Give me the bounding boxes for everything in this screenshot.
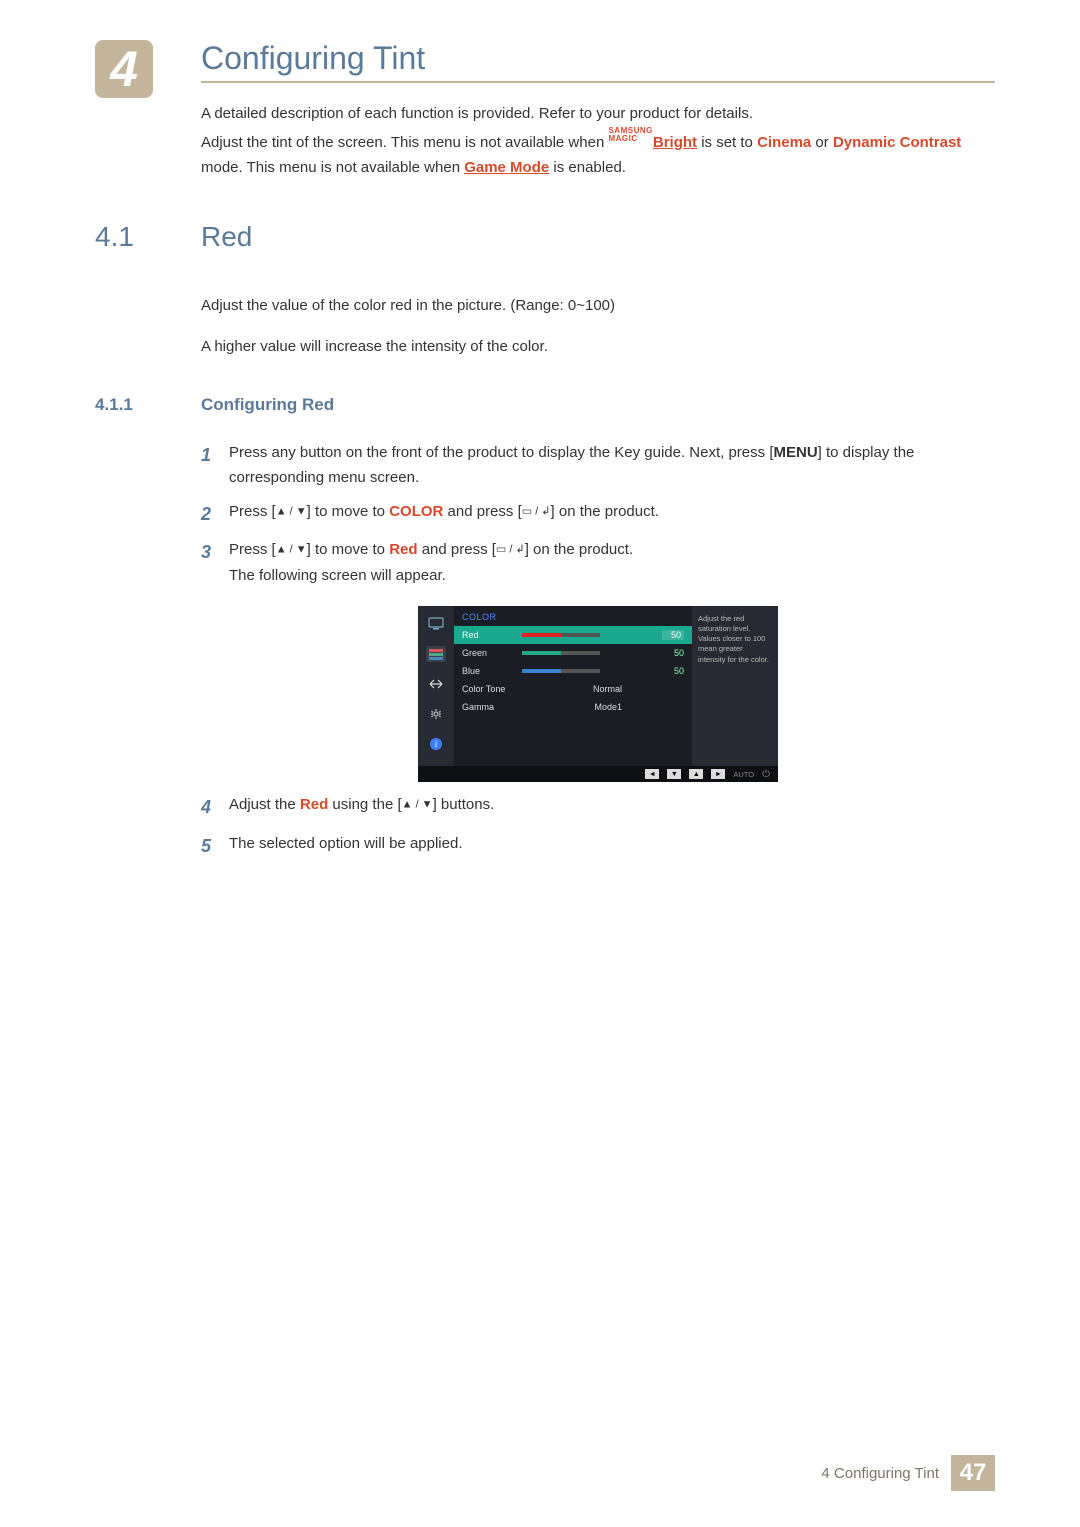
step-4: 4 Adjust the Red using the [▲ / ▼] butto…: [201, 792, 995, 823]
settings-icon: [426, 706, 446, 722]
chapter-number-badge: 4: [95, 40, 153, 98]
down-icon: ▼: [667, 769, 681, 779]
step-1: 1 Press any button on the front of the p…: [201, 440, 995, 491]
footer-chapter-label: 4 Configuring Tint: [821, 1465, 939, 1482]
step-2: 2 Press [▲ / ▼] to move to COLOR and pre…: [201, 499, 995, 530]
subsection-number: 4.1.1: [95, 395, 201, 415]
step-list-cont: 4 Adjust the Red using the [▲ / ▼] butto…: [201, 792, 995, 861]
osd-menu-title: COLOR: [454, 612, 692, 626]
size-icon: [426, 676, 446, 692]
section-number: 4.1: [95, 221, 201, 870]
osd-row-red: Red 50: [454, 626, 692, 644]
intro-paragraph-2: Adjust the tint of the screen. This menu…: [201, 127, 995, 181]
osd-screenshot: i COLOR Red 50 Green: [418, 606, 778, 782]
samsung-magic-logo: SAMSUNGMAGIC: [608, 127, 652, 143]
osd-row-colortone: Color Tone Normal: [454, 680, 692, 698]
select-enter-icon: ▭ / ↲: [496, 544, 525, 556]
up-down-icon: ▲ / ▼: [276, 544, 307, 556]
right-icon: ►: [711, 769, 725, 779]
osd-sidebar: i: [418, 606, 454, 766]
menu-button-label: MENU: [773, 444, 817, 461]
color-icon: [426, 646, 446, 662]
left-icon: ◄: [645, 769, 659, 779]
osd-row-green: Green 50: [454, 644, 692, 662]
up-down-icon: ▲ / ▼: [276, 505, 307, 517]
chapter-header: 4 Configuring Tint A detailed descriptio…: [95, 40, 995, 181]
game-mode-link[interactable]: Game Mode: [464, 159, 549, 176]
bright-link[interactable]: Bright: [653, 134, 697, 151]
power-icon: ⏻: [762, 769, 770, 780]
picture-icon: [426, 616, 446, 632]
osd-menu: COLOR Red 50 Green 50: [454, 606, 692, 766]
page-footer: 4 Configuring Tint 47: [821, 1455, 995, 1491]
footer-page-number: 47: [951, 1455, 995, 1491]
select-enter-icon: ▭ / ↲: [522, 505, 551, 517]
osd-tooltip: Adjust the red saturation level. Values …: [692, 606, 778, 766]
subsection-title: Configuring Red: [201, 395, 334, 415]
up-icon: ▲: [689, 769, 703, 779]
section-body-p1: Adjust the value of the color red in the…: [201, 293, 995, 319]
osd-bottom-bar: ◄ ▼ ▲ ► AUTO ⏻: [418, 766, 778, 782]
step-3: 3 Press [▲ / ▼] to move to Red and press…: [201, 537, 995, 588]
chapter-title: Configuring Tint: [201, 40, 995, 83]
section-body-p2: A higher value will increase the intensi…: [201, 334, 995, 360]
up-down-icon: ▲ / ▼: [402, 799, 433, 811]
step-list: 1 Press any button on the front of the p…: [201, 440, 995, 589]
intro-paragraph-1: A detailed description of each function …: [201, 101, 995, 127]
osd-row-blue: Blue 50: [454, 662, 692, 680]
step-5: 5 The selected option will be applied.: [201, 831, 995, 862]
auto-label: AUTO: [733, 770, 754, 779]
osd-row-gamma: Gamma Mode1: [454, 698, 692, 716]
info-icon: i: [426, 736, 446, 752]
section-title: Red: [201, 221, 995, 253]
